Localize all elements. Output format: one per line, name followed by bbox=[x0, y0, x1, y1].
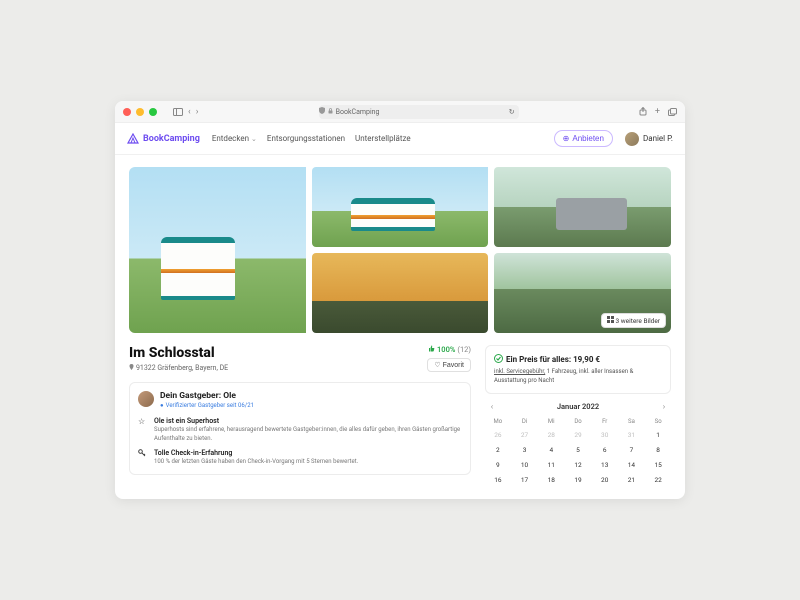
grid-icon bbox=[607, 316, 614, 325]
photo-gallery: 3 weitere Bilder bbox=[129, 167, 671, 333]
calendar-day[interactable]: 11 bbox=[538, 458, 564, 472]
calendar: ‹ Januar 2022 › MoDiMiDoFrSaSo2627282930… bbox=[485, 402, 671, 487]
calendar-day[interactable]: 28 bbox=[538, 428, 564, 442]
calendar-day[interactable]: 3 bbox=[512, 443, 538, 457]
host-avatar bbox=[138, 391, 154, 407]
nav-forward-icon[interactable]: › bbox=[196, 107, 199, 117]
plus-circle-icon: ⊕ bbox=[563, 134, 570, 143]
host-feature-checkin: Tolle Check-in-Erfahrung 100 % der letzt… bbox=[138, 449, 462, 466]
price-heading: Ein Preis für alles: 19,90 € bbox=[494, 354, 662, 365]
window-close-icon[interactable] bbox=[123, 108, 131, 116]
user-name: Daniel P. bbox=[643, 134, 673, 143]
nav-link-entdecken[interactable]: Entdecken ⌄ bbox=[212, 134, 257, 143]
calendar-day[interactable]: 8 bbox=[645, 443, 671, 457]
more-pictures-button[interactable]: 3 weitere Bilder bbox=[601, 313, 666, 328]
approval-rating: 100% (12) bbox=[428, 345, 471, 354]
calendar-dow: Mi bbox=[538, 416, 564, 427]
calendar-day[interactable]: 30 bbox=[592, 428, 618, 442]
browser-window: ‹ › BookCamping ↻ + BookC bbox=[115, 101, 685, 499]
tent-icon bbox=[127, 133, 139, 145]
pin-icon bbox=[129, 364, 134, 372]
favorite-button[interactable]: ♡ Favorit bbox=[427, 358, 471, 372]
listing-title: Im Schlosstal bbox=[129, 345, 228, 361]
key-icon bbox=[138, 449, 148, 466]
calendar-day[interactable]: 15 bbox=[645, 458, 671, 472]
calendar-day[interactable]: 6 bbox=[592, 443, 618, 457]
star-icon: ☆ bbox=[138, 417, 148, 443]
host-heading: Dein Gastgeber: Ole bbox=[160, 391, 254, 401]
nav-link-unterstell[interactable]: Unterstellplätze bbox=[355, 134, 411, 143]
brand-name: BookCamping bbox=[143, 134, 200, 144]
calendar-day[interactable]: 14 bbox=[619, 458, 645, 472]
thumbs-up-icon bbox=[428, 345, 435, 354]
window-minimize-icon[interactable] bbox=[136, 108, 144, 116]
check-circle-icon bbox=[494, 354, 503, 365]
brand-logo[interactable]: BookCamping bbox=[127, 133, 200, 145]
service-fee-link[interactable]: inkl. Servicegebühr, bbox=[494, 368, 545, 375]
urlbar-text: BookCamping bbox=[336, 108, 380, 116]
calendar-day[interactable]: 9 bbox=[485, 458, 511, 472]
calendar-day[interactable]: 21 bbox=[619, 473, 645, 487]
calendar-next-button[interactable]: › bbox=[659, 402, 669, 411]
new-tab-icon[interactable]: + bbox=[655, 107, 660, 117]
chevron-down-icon: ⌄ bbox=[251, 135, 257, 143]
page-content: 3 weitere Bilder Im Schlosstal 91322 Grä… bbox=[115, 155, 685, 499]
calendar-dow: So bbox=[645, 416, 671, 427]
window-maximize-icon[interactable] bbox=[149, 108, 157, 116]
user-avatar bbox=[625, 132, 639, 146]
calendar-dow: Mo bbox=[485, 416, 511, 427]
browser-titlebar: ‹ › BookCamping ↻ + bbox=[115, 101, 685, 123]
gallery-thumb-3[interactable] bbox=[312, 253, 489, 333]
calendar-dow: Sa bbox=[619, 416, 645, 427]
calendar-dow: Fr bbox=[592, 416, 618, 427]
host-feature-superhost: ☆ Ole ist ein Superhost Superhosts sind … bbox=[138, 417, 462, 443]
calendar-day[interactable]: 12 bbox=[565, 458, 591, 472]
reload-icon[interactable]: ↻ bbox=[509, 108, 515, 116]
lock-icon bbox=[328, 108, 333, 116]
nav-link-entsorgung[interactable]: Entsorgungsstationen bbox=[267, 134, 345, 143]
calendar-day[interactable]: 18 bbox=[538, 473, 564, 487]
calendar-day[interactable]: 10 bbox=[512, 458, 538, 472]
calendar-day[interactable]: 1 bbox=[645, 428, 671, 442]
gallery-thumb-2[interactable] bbox=[494, 167, 671, 247]
calendar-day[interactable]: 20 bbox=[592, 473, 618, 487]
calendar-day[interactable]: 13 bbox=[592, 458, 618, 472]
calendar-day[interactable]: 5 bbox=[565, 443, 591, 457]
calendar-dow: Di bbox=[512, 416, 538, 427]
calendar-day[interactable]: 19 bbox=[565, 473, 591, 487]
heart-icon: ♡ bbox=[434, 361, 440, 369]
user-menu[interactable]: Daniel P. bbox=[625, 132, 673, 146]
calendar-day[interactable]: 31 bbox=[619, 428, 645, 442]
sidebar-toggle-icon[interactable] bbox=[173, 108, 183, 116]
tabs-icon[interactable] bbox=[668, 108, 677, 116]
share-icon[interactable] bbox=[639, 107, 647, 116]
app-nav: BookCamping Entdecken ⌄ Entsorgungsstati… bbox=[115, 123, 685, 155]
gallery-thumb-1[interactable] bbox=[312, 167, 489, 247]
gallery-main-image[interactable] bbox=[129, 167, 306, 333]
calendar-day[interactable]: 26 bbox=[485, 428, 511, 442]
price-subline: inkl. Servicegebühr, 1 Fahrzeug, inkl. a… bbox=[494, 368, 662, 385]
calendar-month-label: Januar 2022 bbox=[557, 402, 599, 411]
nav-back-icon[interactable]: ‹ bbox=[188, 107, 191, 117]
calendar-day[interactable]: 17 bbox=[512, 473, 538, 487]
calendar-day[interactable]: 7 bbox=[619, 443, 645, 457]
browser-urlbar[interactable]: BookCamping ↻ bbox=[319, 105, 519, 119]
host-card: Dein Gastgeber: Ole ● Verifizierter Gast… bbox=[129, 382, 471, 475]
calendar-prev-button[interactable]: ‹ bbox=[487, 402, 497, 411]
nav-links: Entdecken ⌄ Entsorgungsstationen Unterst… bbox=[212, 134, 411, 143]
shield-icon bbox=[319, 107, 325, 116]
price-card: Ein Preis für alles: 19,90 € inkl. Servi… bbox=[485, 345, 671, 394]
calendar-day[interactable]: 4 bbox=[538, 443, 564, 457]
calendar-day[interactable]: 27 bbox=[512, 428, 538, 442]
calendar-day[interactable]: 2 bbox=[485, 443, 511, 457]
listing-location: 91322 Gräfenberg, Bayern, DE bbox=[129, 364, 228, 372]
calendar-day[interactable]: 22 bbox=[645, 473, 671, 487]
offer-button[interactable]: ⊕ Anbieten bbox=[554, 130, 613, 147]
calendar-day[interactable]: 16 bbox=[485, 473, 511, 487]
verified-icon: ● bbox=[160, 402, 164, 409]
calendar-dow: Do bbox=[565, 416, 591, 427]
calendar-day[interactable]: 29 bbox=[565, 428, 591, 442]
host-verified-badge: ● Verifizierter Gastgeber seit 06/21 bbox=[160, 402, 254, 409]
gallery-thumb-4[interactable]: 3 weitere Bilder bbox=[494, 253, 671, 333]
